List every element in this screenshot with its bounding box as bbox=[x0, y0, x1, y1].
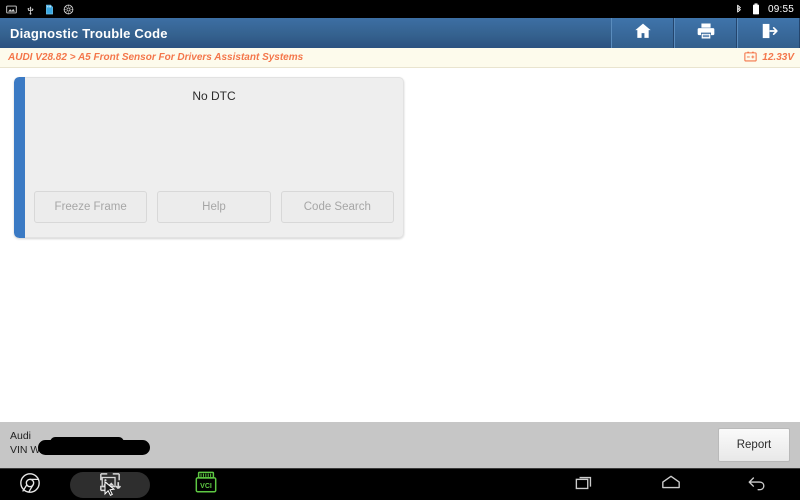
nav-right-group bbox=[542, 469, 800, 500]
dtc-actions: Freeze Frame Help Code Search bbox=[34, 191, 394, 223]
bottom-nav-bar: VCI bbox=[0, 468, 800, 500]
screen-capture-button[interactable] bbox=[70, 472, 150, 498]
vehicle-footer: Audi VIN WA Report bbox=[0, 422, 800, 468]
exit-icon bbox=[759, 21, 779, 46]
settings-icon bbox=[63, 4, 74, 15]
home-icon bbox=[633, 21, 653, 46]
page-title: Diagnostic Trouble Code bbox=[10, 25, 168, 41]
vci-icon: VCI bbox=[193, 471, 219, 500]
vci-button[interactable]: VCI bbox=[176, 469, 236, 500]
back-button[interactable] bbox=[714, 469, 800, 500]
code-search-button[interactable]: Code Search bbox=[280, 191, 394, 223]
back-arrow-icon bbox=[745, 473, 769, 498]
voltage-value: 12.33V bbox=[762, 52, 794, 63]
status-clock: 09:55 bbox=[767, 3, 794, 15]
dtc-panel: No DTC Freeze Frame Help Code Search bbox=[14, 77, 404, 238]
main-content: No DTC Freeze Frame Help Code Search bbox=[0, 68, 800, 422]
vehicle-vin: VIN WA bbox=[10, 437, 150, 457]
voltage-indicator: 12.33V bbox=[744, 49, 794, 67]
screenshot-icon bbox=[6, 4, 17, 15]
svg-text:VCI: VCI bbox=[200, 482, 212, 489]
home-nav-button[interactable] bbox=[628, 469, 714, 500]
recents-icon bbox=[574, 473, 596, 498]
battery-icon bbox=[752, 3, 760, 15]
breadcrumb-bar: AUDI V28.82 > A5 Front Sensor For Driver… bbox=[0, 48, 800, 68]
status-icons-left bbox=[6, 4, 74, 15]
chrome-icon bbox=[19, 472, 41, 499]
dtc-status-text: No DTC bbox=[192, 89, 236, 103]
sdcard-icon bbox=[44, 4, 55, 15]
bluetooth-icon bbox=[734, 4, 744, 15]
print-button[interactable] bbox=[674, 18, 737, 48]
vin-redaction-mark bbox=[38, 437, 150, 455]
help-button[interactable]: Help bbox=[157, 191, 271, 223]
app-screen: 09:55 Diagnostic Trouble Code AUDI V28.8… bbox=[0, 0, 800, 500]
mouse-cursor-icon bbox=[104, 480, 116, 500]
vehicle-info: Audi VIN WA bbox=[10, 429, 150, 457]
status-icons-right: 09:55 bbox=[734, 3, 794, 15]
home-outline-icon bbox=[659, 473, 683, 498]
chrome-button[interactable] bbox=[0, 469, 60, 500]
breadcrumb[interactable]: AUDI V28.82 > A5 Front Sensor For Driver… bbox=[8, 52, 303, 63]
home-button[interactable] bbox=[611, 18, 674, 48]
recents-button[interactable] bbox=[542, 469, 628, 500]
report-button[interactable]: Report bbox=[718, 428, 790, 462]
usb-icon bbox=[25, 4, 36, 15]
exit-button[interactable] bbox=[737, 18, 800, 48]
dtc-panel-body: No DTC Freeze Frame Help Code Search bbox=[25, 77, 404, 238]
android-status-bar: 09:55 bbox=[0, 0, 800, 18]
printer-icon bbox=[696, 21, 716, 46]
freeze-frame-button[interactable]: Freeze Frame bbox=[34, 191, 148, 223]
app-title-bar: Diagnostic Trouble Code bbox=[0, 18, 800, 48]
nav-left-group: VCI bbox=[0, 469, 236, 500]
title-actions bbox=[611, 18, 800, 48]
car-battery-icon bbox=[744, 49, 757, 67]
panel-accent-bar bbox=[14, 77, 25, 238]
